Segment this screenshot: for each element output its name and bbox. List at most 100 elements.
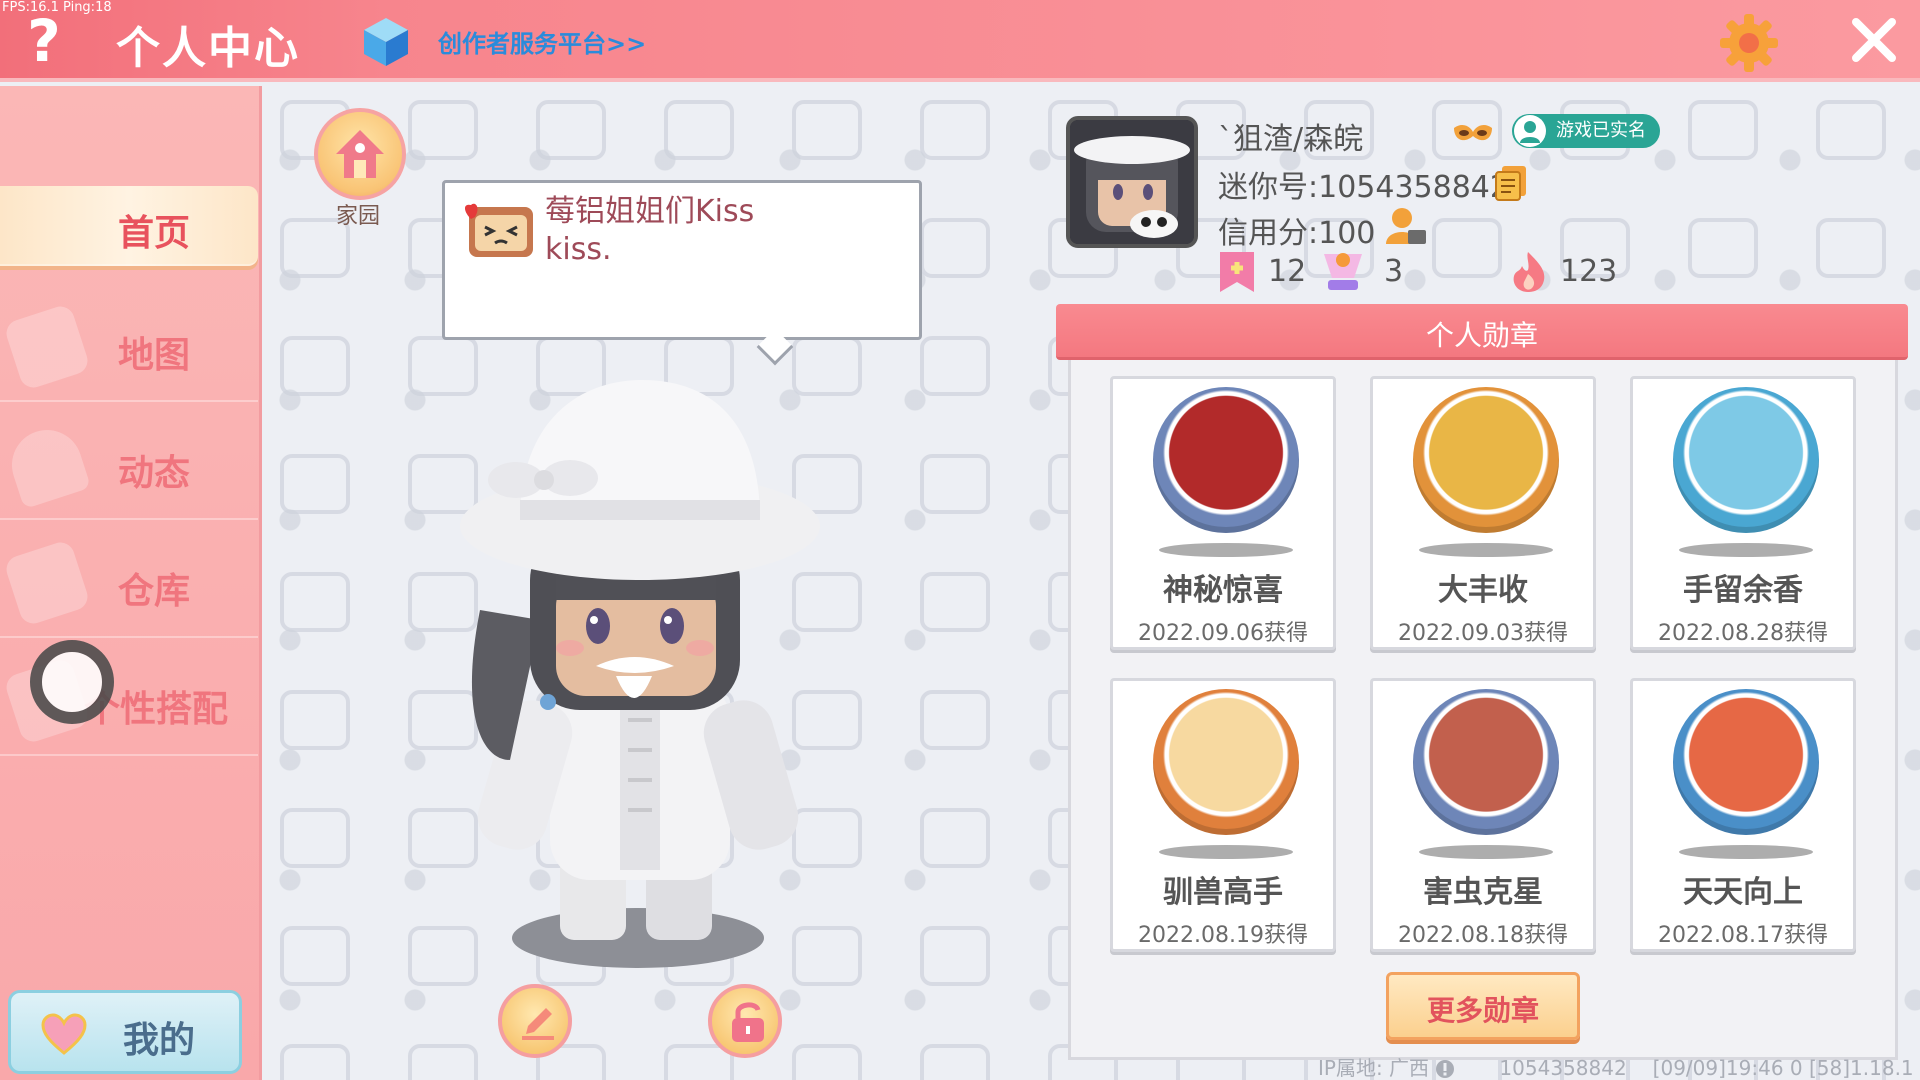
medal-card[interactable]: 驯兽高手 2022.08.19获得: [1110, 678, 1336, 952]
bell-icon: [2, 420, 92, 510]
background-tile: [920, 808, 990, 868]
cube-icon: [364, 18, 408, 66]
sidebar-item-home[interactable]: 首页: [0, 186, 258, 266]
background-tile: [280, 926, 350, 986]
background-tile: [408, 1044, 478, 1080]
sidebar-item-label: 仓库: [118, 571, 191, 612]
heart-icon: [41, 1013, 87, 1055]
my-button-label: 我的: [123, 1020, 196, 1061]
help-button[interactable]: ?: [18, 8, 70, 74]
avatar[interactable]: [1066, 116, 1198, 248]
creator-platform-link[interactable]: 创作者服务平台>>: [438, 24, 646, 59]
medal-card[interactable]: 天天向上 2022.08.17获得: [1630, 678, 1856, 952]
background-tile: [920, 1044, 990, 1080]
background-tile: [1688, 100, 1758, 160]
sidebar-item-label: 地图: [118, 335, 191, 376]
emoji-kiss-icon: [465, 203, 533, 257]
background-tile: [408, 100, 478, 160]
gear-icon[interactable]: [1718, 12, 1780, 74]
medal-card[interactable]: 大丰收 2022.09.03获得: [1370, 376, 1596, 650]
background-tile: [920, 454, 990, 514]
nickname: `狙渣/森皖: [1218, 122, 1364, 157]
stat-value: 3: [1384, 254, 1404, 289]
medal-card[interactable]: 神秘惊喜 2022.09.06获得: [1110, 376, 1336, 650]
background-tile: [920, 336, 990, 396]
player-avatar: [460, 380, 820, 968]
medal-shadow: [1419, 845, 1553, 859]
medal-name: 害虫克星: [1423, 875, 1543, 910]
close-icon[interactable]: [1846, 12, 1902, 68]
lock-button[interactable]: [708, 984, 782, 1058]
page-title: 个人中心: [116, 23, 300, 74]
medal-name: 天天向上: [1683, 875, 1803, 910]
medal-date: 2022.08.18获得: [1398, 923, 1568, 948]
verified-user-icon: [1514, 115, 1546, 147]
background-tile: [1432, 218, 1502, 278]
pencil-icon: [522, 1008, 554, 1040]
info-icon: [1436, 1060, 1455, 1078]
medal-icon: [1413, 689, 1559, 835]
person-icon[interactable]: [1384, 204, 1428, 248]
background-tile: [664, 100, 734, 160]
medal-icon: [1673, 387, 1819, 533]
medal-card[interactable]: 手留余香 2022.08.28获得: [1630, 376, 1856, 650]
medal-date: 2022.09.06获得: [1138, 621, 1308, 646]
trophy-icon: [1324, 253, 1362, 290]
medal-icon: [1153, 689, 1299, 835]
flame-icon: [1513, 252, 1545, 292]
mini-id: 迷你号:1054358842: [1218, 170, 1509, 205]
background-tile: [920, 100, 990, 160]
copy-icon[interactable]: [1494, 164, 1528, 202]
home-button[interactable]: [314, 108, 406, 200]
background-tile: [792, 1044, 862, 1080]
background-tile: [280, 572, 350, 632]
sidebar-item-label: 动态: [118, 453, 191, 494]
medal-name: 手留余香: [1683, 573, 1803, 608]
medal-date: 2022.08.28获得: [1658, 621, 1828, 646]
background-tile: [280, 1044, 350, 1080]
background-tile: [920, 926, 990, 986]
medal-shadow: [1159, 845, 1293, 859]
mask-icon[interactable]: [1452, 122, 1494, 146]
background-tile: [1816, 218, 1886, 278]
sidebar-item-feed[interactable]: 动态: [0, 410, 258, 520]
background-tile: [280, 690, 350, 750]
sidebar-item-warehouse[interactable]: 仓库: [0, 528, 258, 638]
medal-card[interactable]: 害虫克星 2022.08.18获得: [1370, 678, 1596, 952]
medal-header: 个人勋章: [1056, 304, 1908, 360]
stat-value: 123: [1560, 254, 1618, 289]
house-icon: [336, 130, 384, 178]
ip-location: IP属地: 广西: [1318, 1056, 1430, 1080]
background-tile: [920, 218, 990, 278]
medal-header-title: 个人勋章: [1425, 319, 1538, 352]
sidebar-item-label: 首页: [118, 213, 191, 254]
background-tile: [280, 454, 350, 514]
touch-cursor: [30, 640, 114, 724]
unlock-icon: [732, 1002, 764, 1042]
medal-icon: [1673, 689, 1819, 835]
bubble-message: 莓铝姐姐们Kiss kiss.: [545, 194, 755, 267]
more-medals-button[interactable]: 更多勋章: [1386, 972, 1580, 1040]
verified-label: 游戏已实名: [1556, 120, 1646, 141]
background-tile: [1688, 218, 1758, 278]
medal-date: 2022.08.19获得: [1138, 923, 1308, 948]
edit-button[interactable]: [498, 984, 572, 1058]
my-button[interactable]: 我的: [8, 990, 242, 1074]
medal-name: 大丰收: [1438, 573, 1528, 608]
flag-icon: [1220, 252, 1254, 292]
medal-icon: [1153, 387, 1299, 533]
footer-user-id: 1054358842: [1499, 1056, 1627, 1080]
background-tile: [280, 336, 350, 396]
medal-date: 2022.08.17获得: [1658, 923, 1828, 948]
background-tile: [920, 572, 990, 632]
speech-bubble: 莓铝姐姐们Kiss kiss.: [442, 180, 922, 340]
background-tile: [792, 100, 862, 160]
home-label: 家园: [336, 204, 381, 229]
medal-shadow: [1159, 543, 1293, 557]
medal-icon: [1413, 387, 1559, 533]
sidebar-item-map[interactable]: 地图: [0, 292, 258, 402]
verified-badge: 游戏已实名: [1512, 114, 1660, 148]
footer-timestamp: [09/09]19:46 0 [58]1.18.1: [1652, 1056, 1914, 1080]
box-icon: [2, 538, 92, 628]
medal-name: 神秘惊喜: [1163, 573, 1283, 608]
